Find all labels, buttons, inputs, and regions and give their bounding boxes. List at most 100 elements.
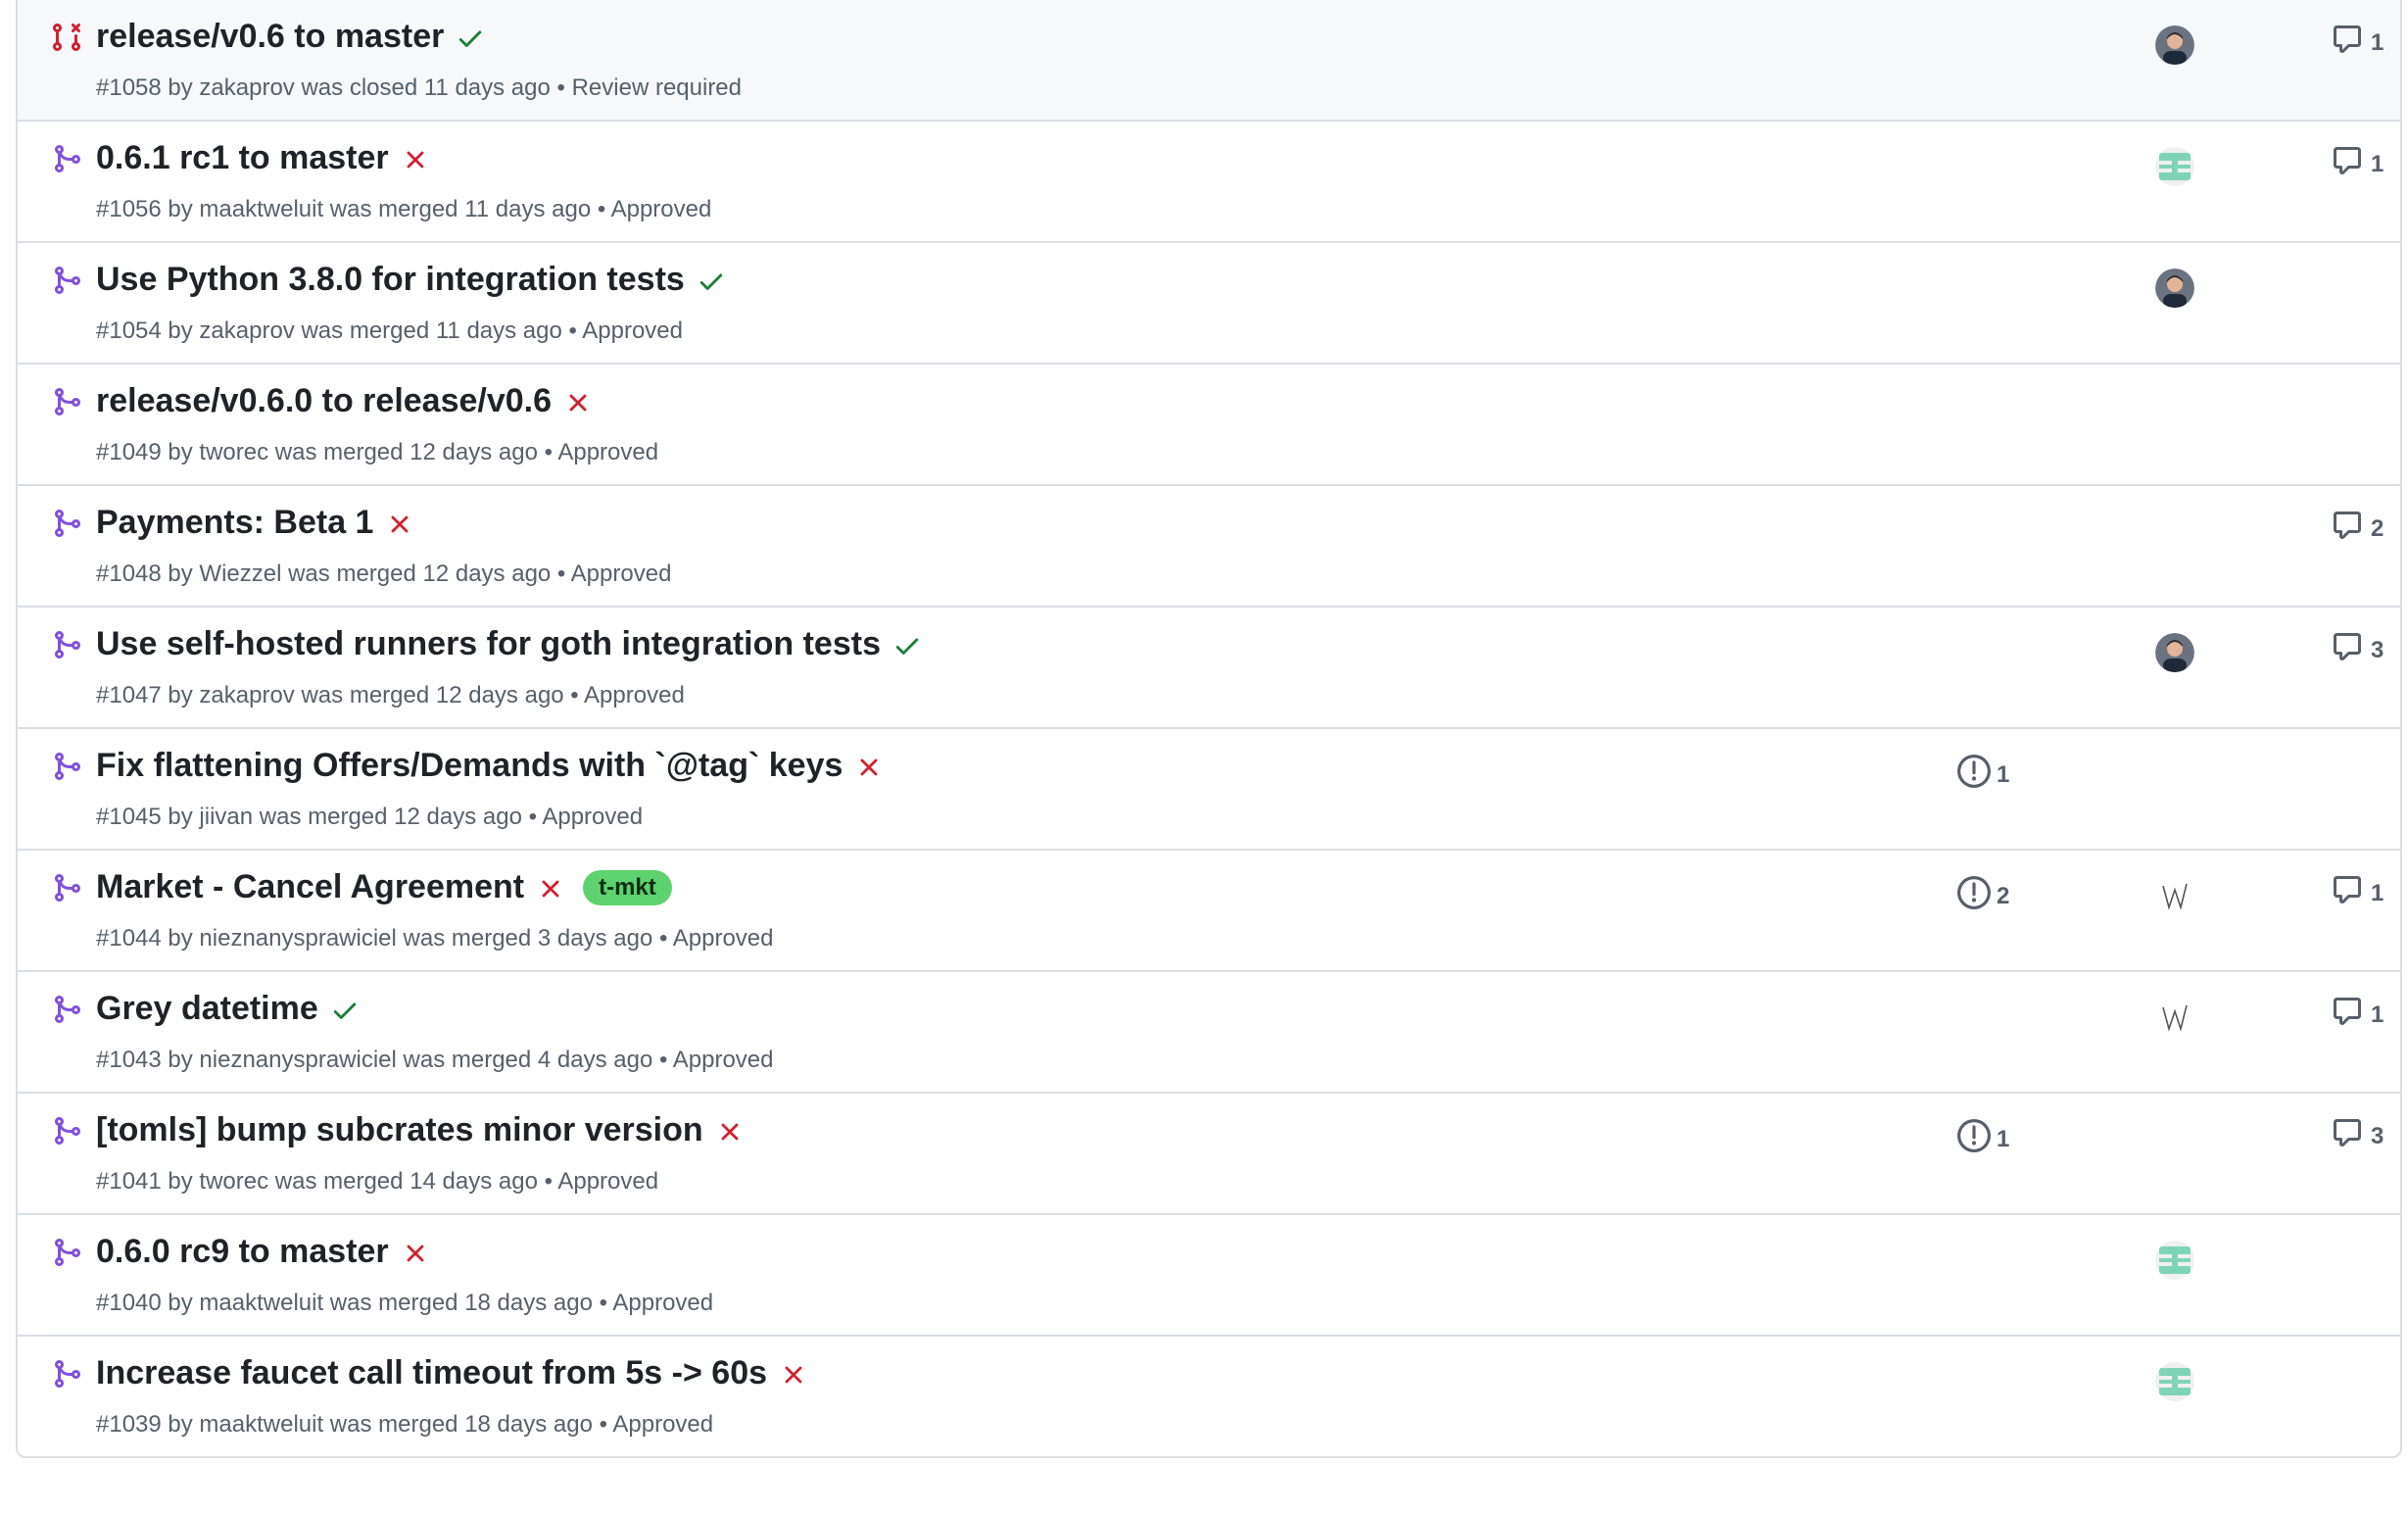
git-merge-icon [51, 629, 82, 660]
comments-count: 1 [2371, 879, 2384, 906]
title-line: Use self-hosted runners for goth integra… [96, 625, 920, 663]
check-icon[interactable] [892, 631, 920, 659]
x-icon[interactable] [536, 874, 563, 902]
git-merge-icon [51, 508, 82, 539]
pull-request-row[interactable]: release/v0.6 to master #1058 by zakaprov … [18, 0, 2400, 120]
pull-request-meta: #1044 by nieznanysprawiciel was merged 3… [96, 925, 774, 952]
git-merge-icon [51, 1237, 82, 1268]
pull-request-meta: #1040 by maaktweluit was merged 18 days … [96, 1290, 714, 1316]
git-merge-icon [51, 143, 82, 174]
assignee-avatar[interactable] [2155, 1241, 2194, 1280]
pull-request-title-link[interactable]: Payments: Beta 1 [96, 504, 373, 542]
x-icon[interactable] [401, 145, 428, 172]
x-icon[interactable] [563, 388, 591, 415]
git-pull-request-closed-icon [51, 22, 82, 53]
pull-request-meta: #1058 by zakaprov was closed 11 days ago… [96, 74, 743, 101]
pull-request-row[interactable]: Fix flattening Offers/Demands with `@tag… [18, 727, 2400, 849]
comment-icon [2332, 1117, 2363, 1155]
pull-request-title-link[interactable]: Market - Cancel Agreement [96, 868, 524, 906]
assignee-avatar[interactable] [2155, 268, 2194, 308]
comment-icon [2332, 145, 2363, 183]
pull-request-row[interactable]: 0.6.0 rc9 to master #1040 by maaktweluit … [18, 1213, 2400, 1335]
title-line: Market - Cancel Agreement t-mkt [96, 868, 672, 906]
pull-request-title-link[interactable]: 0.6.1 rc1 to master [96, 139, 389, 177]
comments-link[interactable]: 1 [2332, 996, 2384, 1034]
git-merge-icon [51, 751, 82, 782]
comments-link[interactable]: 1 [2332, 145, 2384, 183]
title-line: release/v0.6 to master [96, 18, 483, 56]
pull-request-meta: #1054 by zakaprov was merged 11 days ago… [96, 317, 684, 344]
pull-request-title-link[interactable]: Fix flattening Offers/Demands with `@tag… [96, 747, 843, 785]
pull-request-meta: #1048 by Wiezzel was merged 12 days ago … [96, 561, 672, 587]
pull-request-title-link[interactable]: Use Python 3.8.0 for integration tests [96, 261, 685, 299]
git-merge-icon [51, 265, 82, 296]
comment-icon [2332, 631, 2363, 669]
title-line: Grey datetime [96, 990, 358, 1028]
title-line: Payments: Beta 1 [96, 504, 412, 542]
check-icon[interactable] [697, 267, 724, 294]
title-line: 0.6.1 rc1 to master [96, 139, 428, 177]
pull-request-title-link[interactable]: 0.6.0 rc9 to master [96, 1233, 389, 1271]
comments-count: 2 [2371, 514, 2384, 542]
issue-opened-icon [1957, 876, 1991, 916]
pull-request-title-link[interactable]: release/v0.6 to master [96, 18, 444, 56]
comment-icon [2332, 24, 2363, 62]
pull-request-meta: #1045 by jiivan was merged 12 days ago •… [96, 804, 644, 830]
linked-issues[interactable]: 1 [1957, 755, 2009, 795]
pull-request-meta: #1056 by maaktweluit was merged 11 days … [96, 196, 712, 222]
issue-opened-icon [1957, 755, 1991, 795]
comments-count: 1 [2371, 150, 2384, 177]
title-line: Increase faucet call timeout from 5s -> … [96, 1354, 806, 1392]
pull-request-row[interactable]: Market - Cancel Agreement t-mkt #1044 by n… [18, 849, 2400, 970]
linked-issues[interactable]: 1 [1957, 1119, 2009, 1159]
check-icon[interactable] [330, 996, 358, 1023]
pull-request-row[interactable]: release/v0.6.0 to release/v0.6 #1049 by t… [18, 363, 2400, 484]
comments-link[interactable]: 1 [2332, 24, 2384, 62]
pull-request-row[interactable]: Use self-hosted runners for goth integra… [18, 606, 2400, 727]
comments-link[interactable]: 3 [2332, 1117, 2384, 1155]
assignee-avatar[interactable] [2155, 998, 2194, 1037]
comments-link[interactable]: 3 [2332, 631, 2384, 669]
pull-request-title-link[interactable]: Increase faucet call timeout from 5s -> … [96, 1354, 767, 1392]
x-icon[interactable] [401, 1239, 428, 1266]
comment-icon [2332, 996, 2363, 1034]
label-badge[interactable]: t-mkt [583, 869, 672, 905]
x-icon[interactable] [854, 753, 882, 780]
pull-request-meta: #1043 by nieznanysprawiciel was merged 4… [96, 1047, 774, 1073]
title-line: 0.6.0 rc9 to master [96, 1233, 428, 1271]
linked-issues-count: 2 [1997, 882, 2010, 909]
assignee-avatar[interactable] [2155, 147, 2194, 186]
x-icon[interactable] [715, 1117, 743, 1145]
git-merge-icon [51, 994, 82, 1025]
assignee-avatar[interactable] [2155, 876, 2194, 915]
linked-issues-count: 1 [1997, 760, 2010, 788]
title-line: Use Python 3.8.0 for integration tests [96, 261, 724, 299]
x-icon[interactable] [385, 510, 412, 537]
comments-count: 3 [2371, 636, 2384, 663]
title-line: [tomls] bump subcrates minor version [96, 1111, 743, 1149]
pull-request-row[interactable]: Payments: Beta 1 #1048 by Wiezzel was mer… [18, 484, 2400, 606]
assignee-avatar[interactable] [2155, 25, 2194, 65]
x-icon[interactable] [779, 1360, 806, 1388]
pull-request-title-link[interactable]: release/v0.6.0 to release/v0.6 [96, 382, 552, 420]
comment-icon [2332, 510, 2363, 548]
comments-count: 3 [2371, 1122, 2384, 1149]
assignee-avatar[interactable] [2155, 1362, 2194, 1401]
comments-link[interactable]: 2 [2332, 510, 2384, 548]
pull-request-list: release/v0.6 to master #1058 by zakaprov … [16, 0, 2402, 1458]
pull-request-row[interactable]: Use Python 3.8.0 for integration tests #1… [18, 241, 2400, 363]
pull-request-title-link[interactable]: [tomls] bump subcrates minor version [96, 1111, 703, 1149]
pull-request-row[interactable]: Grey datetime #1043 by nieznanysprawiciel… [18, 970, 2400, 1092]
git-merge-icon [51, 386, 82, 417]
pull-request-row[interactable]: 0.6.1 rc1 to master #1056 by maaktweluit … [18, 120, 2400, 241]
pull-request-row[interactable]: [tomls] bump subcrates minor version #104… [18, 1092, 2400, 1213]
pull-request-row[interactable]: Increase faucet call timeout from 5s -> … [18, 1335, 2400, 1456]
pull-request-meta: #1041 by tworec was merged 14 days ago •… [96, 1168, 659, 1195]
pull-request-title-link[interactable]: Use self-hosted runners for goth integra… [96, 625, 881, 663]
comments-link[interactable]: 1 [2332, 874, 2384, 912]
pull-request-title-link[interactable]: Grey datetime [96, 990, 318, 1028]
check-icon[interactable] [456, 24, 483, 51]
assignee-avatar[interactable] [2155, 633, 2194, 672]
comment-icon [2332, 874, 2363, 912]
linked-issues[interactable]: 2 [1957, 876, 2009, 916]
